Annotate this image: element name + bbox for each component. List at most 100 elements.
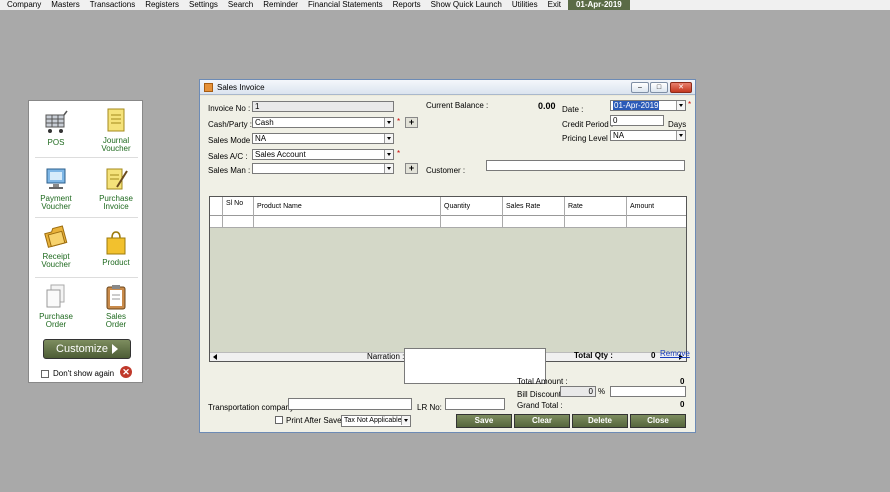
window-title: Sales Invoice xyxy=(217,82,265,92)
quick-launch-label: Receipt Voucher xyxy=(41,252,71,269)
required-mark: * xyxy=(397,149,401,158)
menu-registers[interactable]: Registers xyxy=(140,0,184,10)
chevron-down-icon[interactable] xyxy=(384,118,393,127)
close-form-button[interactable]: Close xyxy=(630,414,686,428)
sales-man-label: Sales Man : xyxy=(208,166,251,175)
transportation-company-field[interactable] xyxy=(288,398,412,410)
dont-show-again-checkbox[interactable] xyxy=(41,369,49,378)
menu-masters[interactable]: Masters xyxy=(46,0,84,10)
folder-icon xyxy=(43,223,69,251)
divider xyxy=(35,157,138,158)
column-header-amount[interactable]: Amount xyxy=(627,197,686,216)
print-after-save-checkbox[interactable] xyxy=(275,416,283,424)
add-sales-man-button[interactable]: + xyxy=(405,163,418,174)
remove-link[interactable]: Remove xyxy=(660,349,690,358)
column-header-sl-no[interactable]: Sl No xyxy=(223,197,254,216)
menu-reminder[interactable]: Reminder xyxy=(258,0,303,10)
menu-search[interactable]: Search xyxy=(223,0,258,10)
column-header-product-name[interactable]: Product Name xyxy=(254,197,441,216)
customize-button[interactable]: Customize xyxy=(43,339,131,359)
quick-launch-payment-voucher[interactable]: Payment Voucher xyxy=(31,165,81,211)
quick-launch-pos[interactable]: POS xyxy=(31,109,81,147)
required-mark: * xyxy=(397,117,401,126)
chevron-down-icon[interactable] xyxy=(384,134,393,143)
cash-party-label: Cash/Party : xyxy=(208,120,253,129)
credit-period-field[interactable]: 0 xyxy=(610,115,664,126)
quick-launch-label: Purchase Invoice xyxy=(99,194,133,211)
chevron-down-icon[interactable] xyxy=(676,101,685,110)
delete-button[interactable]: Delete xyxy=(572,414,628,428)
cell-sales-rate[interactable] xyxy=(503,216,565,228)
column-header-quantity[interactable]: Quantity xyxy=(441,197,503,216)
sales-man-select[interactable] xyxy=(252,163,394,174)
customer-field[interactable] xyxy=(486,160,685,171)
bill-discount-amount-field[interactable] xyxy=(610,386,686,397)
cell-quantity[interactable] xyxy=(441,216,503,228)
narration-label: Narration : xyxy=(367,352,405,361)
total-qty-value: 0 xyxy=(651,351,656,360)
column-header-rate[interactable]: Rate xyxy=(565,197,627,216)
total-amount-label: Total Amount : xyxy=(517,377,568,386)
menu-utilities[interactable]: Utilities xyxy=(507,0,543,10)
close-panel-icon[interactable]: ✕ xyxy=(120,366,132,378)
arrow-right-icon xyxy=(111,344,118,354)
grid-header: Sl No Product Name Quantity Sales Rate R… xyxy=(210,197,686,216)
maximize-button[interactable]: □ xyxy=(650,82,668,93)
menu-company[interactable]: Company xyxy=(2,0,46,10)
scroll-left-icon[interactable] xyxy=(213,354,217,360)
cell-sl-no[interactable] xyxy=(223,216,254,228)
column-header-sales-rate[interactable]: Sales Rate xyxy=(503,197,565,216)
menu-exit[interactable]: Exit xyxy=(543,0,566,10)
close-button[interactable]: ✕ xyxy=(670,82,692,93)
cash-party-select[interactable]: Cash xyxy=(252,117,394,128)
tax-select[interactable]: Tax Not Applicable xyxy=(341,415,411,427)
sales-mode-label: Sales Mode : xyxy=(208,136,255,145)
grand-total-value: 0 xyxy=(680,400,685,409)
minimize-button[interactable]: – xyxy=(631,82,649,93)
quick-launch-receipt-voucher[interactable]: Receipt Voucher xyxy=(31,223,81,269)
clear-button[interactable]: Clear xyxy=(514,414,570,428)
quick-launch-purchase-invoice[interactable]: Purchase Invoice xyxy=(91,165,141,211)
quick-launch-sales-order[interactable]: Sales Order xyxy=(91,283,141,329)
lr-no-label: LR No: xyxy=(417,403,442,412)
menu-settings[interactable]: Settings xyxy=(184,0,223,10)
table-row[interactable] xyxy=(210,216,686,228)
save-button[interactable]: Save xyxy=(456,414,512,428)
window-body: Invoice No : 1 Cash/Party : Cash * + Sal… xyxy=(200,96,695,432)
dont-show-again-label: Don't show again xyxy=(53,369,115,378)
chevron-down-icon[interactable] xyxy=(401,416,410,425)
clipboard-icon xyxy=(103,283,129,311)
lr-no-field[interactable] xyxy=(445,398,505,410)
chevron-down-icon[interactable] xyxy=(676,131,685,140)
menu-transactions[interactable]: Transactions xyxy=(85,0,141,10)
date-label: Date : xyxy=(562,105,584,114)
cell-amount[interactable] xyxy=(627,216,686,228)
quick-launch-product[interactable]: Product xyxy=(91,229,141,267)
menu-financial-statements[interactable]: Financial Statements xyxy=(303,0,388,10)
cash-party-value: Cash xyxy=(255,118,274,127)
credit-period-unit: Days xyxy=(668,120,687,129)
product-grid[interactable]: Sl No Product Name Quantity Sales Rate R… xyxy=(209,196,687,362)
transportation-company-label: Transportation company: xyxy=(208,403,297,412)
chevron-down-icon[interactable] xyxy=(384,150,393,159)
add-party-button[interactable]: + xyxy=(405,117,418,128)
pricing-level-select[interactable]: NA xyxy=(610,130,686,141)
menu-reports[interactable]: Reports xyxy=(388,0,426,10)
current-balance-value: 0.00 xyxy=(538,101,556,111)
monitor-icon xyxy=(43,165,69,193)
sales-mode-select[interactable]: NA xyxy=(252,133,394,144)
tax-select-value: Tax Not Applicable xyxy=(344,417,402,424)
bill-discount-pct-field[interactable]: 0 xyxy=(560,386,596,397)
row-header-cell xyxy=(210,197,223,216)
date-picker[interactable]: 01-Apr-2019 xyxy=(610,100,686,111)
sales-ac-select[interactable]: Sales Account xyxy=(252,149,394,160)
quick-launch-purchase-order[interactable]: Purchase Order xyxy=(31,283,81,329)
invoice-no-field[interactable]: 1 xyxy=(252,101,394,112)
cell-product-name[interactable] xyxy=(254,216,441,228)
date-value: 01-Apr-2019 xyxy=(613,101,660,110)
menu-show-quick-launch[interactable]: Show Quick Launch xyxy=(426,0,507,10)
chevron-down-icon[interactable] xyxy=(384,164,393,173)
quick-launch-label: Payment Voucher xyxy=(40,194,72,211)
quick-launch-journal-voucher[interactable]: Journal Voucher xyxy=(91,107,141,153)
cell-rate[interactable] xyxy=(565,216,627,228)
